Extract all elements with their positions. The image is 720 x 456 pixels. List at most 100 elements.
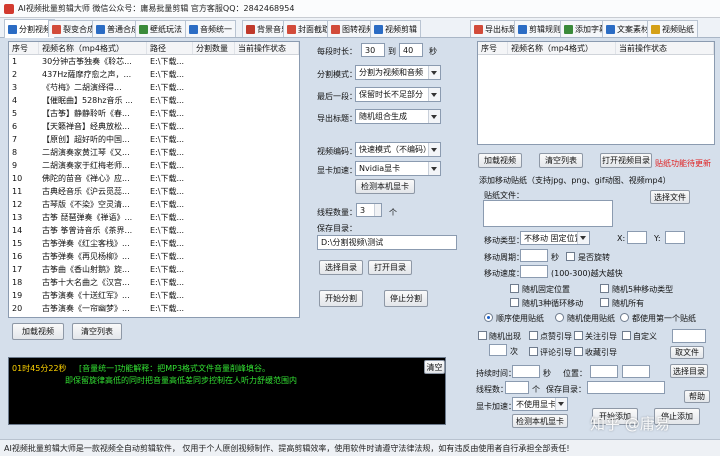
table-row[interactable]: 7 【原创】超好听的中国... E:\下载...: [9, 133, 299, 146]
table-row[interactable]: 8 二胡演奏家黄江琴《又... E:\下载...: [9, 146, 299, 159]
tab-audio[interactable]: 音频统一: [185, 20, 236, 37]
help-button[interactable]: 帮助: [684, 390, 710, 403]
take-file-button[interactable]: 取文件: [670, 346, 704, 359]
table-row[interactable]: 6 【天籁禅音】经典放松... E:\下载...: [9, 120, 299, 133]
tab-image[interactable]: 壁纸玩法: [135, 20, 186, 37]
x-input[interactable]: [627, 231, 647, 244]
table-row[interactable]: 10 佛陀的苗音《禅心》应... E:\下载...: [9, 172, 299, 185]
log-clear-button[interactable]: 清空: [424, 360, 445, 374]
table-row[interactable]: 13 古筝 琵琶弹奏《禅语》... E:\下载...: [9, 211, 299, 224]
col-header-name[interactable]: 视频名称（mp4格式）: [39, 42, 147, 54]
col-header-count[interactable]: 分割数量: [193, 42, 235, 54]
video-encode-select[interactable]: 快速模式（不编码）: [355, 142, 441, 157]
stop-split-button[interactable]: 停止分割: [384, 290, 428, 307]
comment-guide-checkbox[interactable]: [529, 347, 538, 356]
sticker-col-status[interactable]: 当前操作状态: [616, 42, 714, 54]
rotate-checkbox[interactable]: [566, 252, 575, 261]
table-body: 1 30分钟古筝独奏《聆芯... E:\下载... 2 437Hz薩摩疗愈之声，... E…: [9, 55, 299, 315]
radio-random[interactable]: [555, 313, 564, 322]
video-encode-label: 视频编码：: [317, 147, 357, 156]
table-row[interactable]: 12 古琴版《不染》空灵清... E:\下载...: [9, 198, 299, 211]
cell-name: 古筝 筝曾诗音乐《茶界...: [42, 226, 133, 235]
choose-file-button[interactable]: 选择文件: [650, 190, 690, 204]
move-speed-input[interactable]: [520, 265, 548, 278]
radio-sequential[interactable]: [484, 313, 493, 322]
export-title-select[interactable]: 随机组合生成: [355, 109, 441, 124]
random-all-checkbox[interactable]: [600, 298, 609, 307]
y-input[interactable]: [665, 231, 685, 244]
table-row[interactable]: 1 30分钟古筝独奏《聆芯... E:\下载...: [9, 55, 299, 68]
gpu-select-right[interactable]: 不使用显卡: [512, 397, 568, 411]
table-row[interactable]: 3 《芍梅》二胡演绎得... E:\下载...: [9, 81, 299, 94]
sticker-load-video-button[interactable]: 加载视频: [478, 153, 522, 168]
favorite-guide-checkbox[interactable]: [574, 347, 583, 356]
table-row[interactable]: 5 【古筝】静静聆听《春... E:\下载...: [9, 107, 299, 120]
sticker-col-name[interactable]: 视频名称（mp4格式）: [508, 42, 616, 54]
radio-each-first[interactable]: [620, 313, 629, 322]
random-appear-checkbox[interactable]: [478, 331, 487, 340]
cell-name: 古筝十大名曲之《汉宫...: [42, 278, 130, 287]
col-header-status[interactable]: 当前操作状态: [235, 42, 299, 54]
table-row[interactable]: 14 古筝 筝曾诗音乐《茶界... E:\下载...: [9, 224, 299, 237]
sticker-video-table[interactable]: 序号 视频名称（mp4格式） 当前操作状态: [477, 41, 715, 145]
threads-spinner[interactable]: [374, 204, 381, 216]
random-fixed-checkbox[interactable]: [510, 284, 519, 293]
custom-checkbox[interactable]: [622, 331, 631, 340]
detect-gpu-button[interactable]: 检测本机显卡: [355, 179, 415, 194]
follow-guide-checkbox[interactable]: [574, 331, 583, 340]
threads-input[interactable]: 3: [356, 203, 382, 217]
save-dir-input[interactable]: D:\分割视频\测试: [317, 235, 457, 250]
threads-input-right[interactable]: [505, 381, 529, 394]
load-video-button[interactable]: 加载视频: [12, 323, 64, 340]
clear-list-button[interactable]: 清空列表: [72, 323, 122, 340]
random-3-moves-checkbox[interactable]: [510, 298, 519, 307]
random-5-moves-checkbox[interactable]: [600, 284, 609, 293]
position-x-input[interactable]: [590, 365, 618, 378]
custom-input[interactable]: [672, 329, 706, 343]
table-row[interactable]: 16 古筝弹奏《再见杨柳》... E:\下载...: [9, 250, 299, 263]
cell-path: E:\下载...: [150, 57, 185, 66]
sticker-clear-list-button[interactable]: 清空列表: [539, 153, 583, 168]
table-row[interactable]: 18 古筝十大名曲之《汉宫... E:\下载...: [9, 276, 299, 289]
table-row[interactable]: 9 二胡演奏家于红梅老师... E:\下载...: [9, 159, 299, 172]
detect-gpu-button-right[interactable]: 检测本机显卡: [512, 414, 568, 428]
cell-no: 11: [12, 187, 23, 196]
radio-sequential-label: 顺序使用贴纸: [496, 314, 544, 323]
tab-rules[interactable]: 剪辑规则: [514, 20, 565, 37]
table-row[interactable]: 11 古典经音乐《沪云觅蕊... E:\下载...: [9, 185, 299, 198]
sticker-file-input[interactable]: [483, 200, 613, 227]
tab-text[interactable]: 文案素材: [602, 20, 653, 37]
cell-name: 古筝弹奏《红尘客栈》...: [42, 239, 130, 248]
table-row[interactable]: 19 古筝演奏《十送红军》... E:\下载...: [9, 289, 299, 302]
table-row[interactable]: 2 437Hz薩摩疗愈之声，... E:\下载...: [9, 68, 299, 81]
save-dir-input-right[interactable]: [587, 381, 665, 394]
tab-star[interactable]: 视频贴纸: [647, 20, 698, 37]
sticker-choose-dir-button[interactable]: 选择目录: [670, 364, 708, 378]
segment-duration-label: 每段时长：: [317, 47, 357, 56]
table-row[interactable]: 17 古筝曲《香山射鹅》旋... E:\下载...: [9, 263, 299, 276]
table-row[interactable]: 20 古筝演奏《一帘幽梦》... E:\下载...: [9, 302, 299, 315]
start-split-button[interactable]: 开始分割: [319, 290, 363, 307]
like-guide-checkbox[interactable]: [529, 331, 538, 340]
choose-dir-button[interactable]: 选择目录: [319, 260, 363, 275]
move-period-input[interactable]: [520, 249, 548, 262]
video-list-table[interactable]: 序号 视频名称（mp4格式） 路径 分割数量 当前操作状态 1 30分钟古筝独奏《…: [8, 41, 300, 318]
split-mode-select[interactable]: 分割为视频和音频: [355, 65, 441, 80]
duration-max-input[interactable]: 40: [399, 43, 423, 57]
last-segment-select[interactable]: 保留时长不足部分: [355, 87, 441, 102]
duration-min-input[interactable]: 30: [361, 43, 385, 57]
gpu-accel-select[interactable]: Nvidia显卡: [355, 161, 441, 176]
cell-no: 7: [12, 135, 18, 144]
move-type-select[interactable]: 不移动 固定位置: [520, 231, 590, 245]
appear-times-input[interactable]: [489, 344, 507, 356]
open-video-dir-button[interactable]: 打开视频目录: [600, 153, 652, 168]
col-header-no[interactable]: 序号: [9, 42, 39, 54]
duration-input[interactable]: [512, 365, 540, 378]
open-dir-button[interactable]: 打开目录: [368, 260, 412, 275]
col-header-path[interactable]: 路径: [147, 42, 193, 54]
position-y-input[interactable]: [622, 365, 650, 378]
sticker-col-no[interactable]: 序号: [478, 42, 508, 54]
tab-video-cut[interactable]: 视频剪辑: [370, 20, 421, 37]
table-row[interactable]: 4 【催眠曲】528hz音乐 ... E:\下载...: [9, 94, 299, 107]
table-row[interactable]: 15 古筝弹奏《红尘客栈》... E:\下载...: [9, 237, 299, 250]
